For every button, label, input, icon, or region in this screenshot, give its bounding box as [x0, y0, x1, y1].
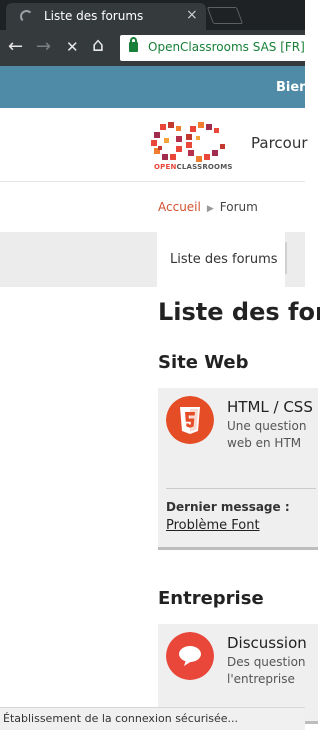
forum-tabbar: Liste des forums	[0, 232, 305, 287]
welcome-text: Bien	[276, 80, 309, 95]
last-message-label: Dernier message :	[166, 500, 290, 514]
card-divider	[166, 488, 316, 489]
site-top-banner: Bien	[0, 66, 309, 108]
breadcrumb: Accueil ▶ Forum	[158, 200, 258, 214]
forum-card-html-css[interactable]: HTML / CSS Une question web en HTM Derni…	[158, 388, 318, 550]
html5-icon	[166, 396, 214, 444]
tab-label: Liste des forums	[170, 252, 278, 267]
nav-parcours-link[interactable]: Parcour	[251, 134, 308, 152]
new-tab-button[interactable]	[206, 7, 244, 24]
forward-icon[interactable]: →	[36, 36, 51, 57]
tab-divider	[285, 242, 287, 274]
last-message-link[interactable]: Problème Font	[166, 518, 260, 533]
back-icon[interactable]: ←	[8, 36, 23, 57]
forum-name[interactable]: HTML / CSS	[227, 398, 313, 416]
forum-description: Une question web en HTM	[227, 419, 307, 450]
breadcrumb-home-link[interactable]: Accueil	[158, 200, 201, 214]
browser-tab[interactable]: Liste des forums ×	[6, 3, 206, 30]
tab-title: Liste des forums	[44, 9, 144, 23]
stop-icon[interactable]: ✕	[66, 38, 79, 56]
address-bar[interactable]: OpenClassrooms SAS [FR]	[120, 35, 320, 61]
section-title-entreprise: Entreprise	[158, 588, 264, 609]
breadcrumb-current: Forum	[219, 200, 258, 214]
breadcrumb-separator-icon: ▶	[206, 204, 214, 214]
tab-close-icon[interactable]: ×	[186, 7, 198, 23]
tab-liste-des-forums[interactable]: Liste des forums	[157, 232, 285, 287]
browser-tabstrip: Liste des forums ×	[0, 0, 305, 30]
section-title-site-web: Site Web	[158, 352, 249, 373]
browser-toolbar: ← → ✕ ⌂ OpenClassrooms SAS [FR]	[0, 30, 320, 66]
logo-wordmark: OPENCLASSROOMS	[154, 163, 233, 171]
forum-description: Des question l'entreprise	[227, 655, 306, 686]
home-icon[interactable]: ⌂	[92, 34, 104, 56]
loading-spinner-icon	[20, 10, 33, 23]
forum-name[interactable]: Discussion	[227, 634, 307, 652]
speech-bubble-icon	[166, 632, 214, 680]
site-header: OPENCLASSROOMS Parcour	[0, 108, 308, 182]
page-title: Liste des for	[158, 298, 320, 326]
browser-status-text: Établissement de la connexion sécurisée.…	[0, 707, 305, 730]
lock-icon	[129, 37, 138, 52]
address-text: OpenClassrooms SAS [FR]	[148, 40, 305, 54]
